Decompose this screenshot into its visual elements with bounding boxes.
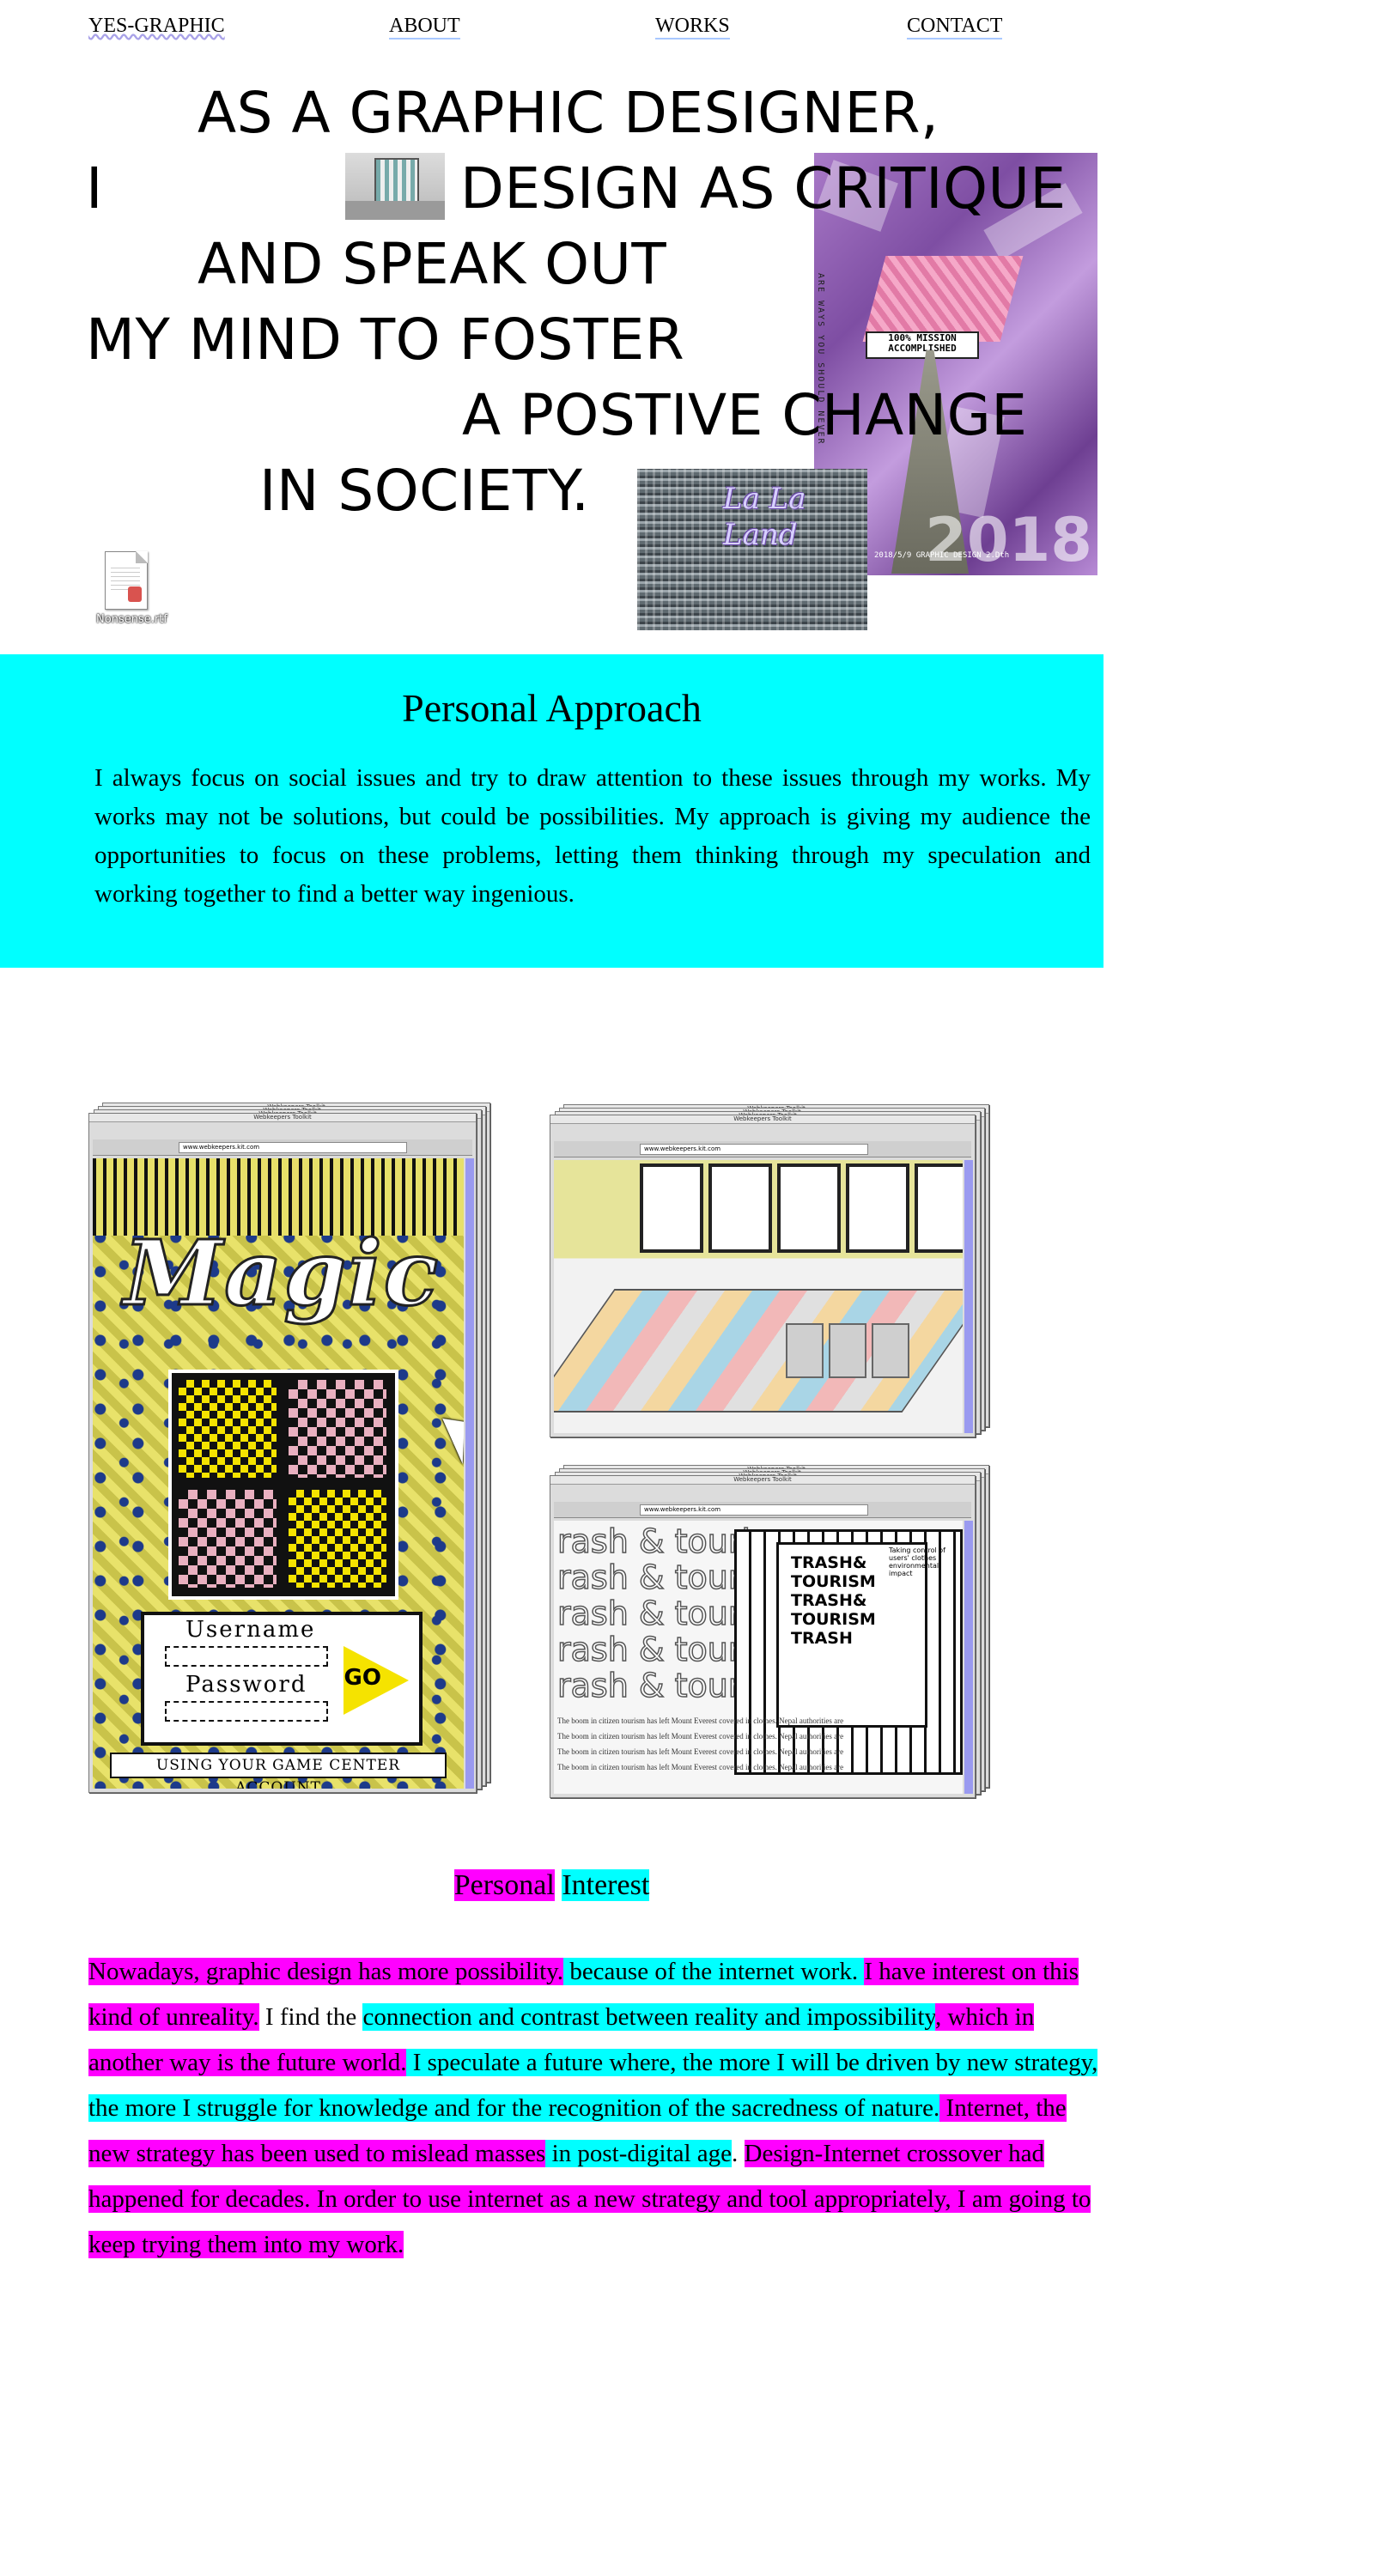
interest-title-part1: Personal <box>453 1869 555 1901</box>
gallery-thumbnail[interactable] <box>345 153 445 220</box>
trash-caption: The boom in citizen tourism has left Mou… <box>557 1732 844 1741</box>
browser-toolbar: www.webkeepers.kit.com <box>554 1502 971 1518</box>
interest-segment: I find the <box>258 2003 363 2031</box>
interest-segment: . <box>732 2140 745 2167</box>
trash-stack-title: TOURISM <box>791 1572 876 1591</box>
password-field[interactable] <box>165 1701 328 1722</box>
interest-segment: connection and contrast between reality … <box>362 2003 936 2031</box>
interest-segment: in post-digital age <box>545 2140 732 2167</box>
trash-stack-title: TOURISM <box>791 1610 876 1629</box>
magic-browser-window: Webkeepers Toolkit www.webkeepers.kit.co… <box>88 1113 477 1793</box>
thumbnail-floor-shape <box>345 201 445 220</box>
traffic-image: La La Land <box>637 469 867 630</box>
game-center-bar: USING YOUR GAME CENTER ACCOUNT <box>110 1753 447 1789</box>
trash-stack-title: TRASH <box>791 1629 853 1648</box>
browser-toolbar: www.webkeepers.kit.com <box>93 1139 472 1156</box>
train-browser-window: Webkeepers Toolkit www.webkeepers.kit.co… <box>550 1115 976 1437</box>
interest-body: Nowadays, graphic design has more possib… <box>88 1949 1102 2268</box>
browser-url: www.webkeepers.kit.com <box>179 1142 407 1153</box>
qr-code-grid <box>168 1370 398 1600</box>
login-panel: Username Password GO <box>141 1612 423 1746</box>
file-icon-nonsense[interactable]: Nonsense.rtf <box>96 551 167 626</box>
trash-caption: The boom in citizen tourism has left Mou… <box>557 1716 844 1725</box>
username-field[interactable] <box>165 1646 328 1667</box>
scrollbar[interactable] <box>465 1158 474 1789</box>
magic-title: Magic <box>122 1219 441 1327</box>
trash-browser-window: Webkeepers Toolkit www.webkeepers.kit.co… <box>550 1475 976 1798</box>
magic-content: Magic Username Password GO USING YOUR GA… <box>93 1158 464 1789</box>
browser-title: Webkeepers Toolkit <box>550 1476 975 1485</box>
trash-caption: The boom in citizen tourism has left Mou… <box>557 1763 844 1771</box>
approach-body: I always focus on social issues and try … <box>94 764 1091 908</box>
trash-side-text: Taking control of users' clothes environ… <box>889 1546 945 1577</box>
hero-line-6: IN SOCIETY. <box>259 458 590 524</box>
interest-title: Personal Interest <box>0 1868 1103 1903</box>
browser-url: www.webkeepers.kit.com <box>640 1144 868 1155</box>
interest-segment: because of the internet work. <box>563 1958 865 1985</box>
password-label: Password <box>185 1672 307 1698</box>
hero-line-1: AS A GRAPHIC DESIGNER, <box>198 80 939 146</box>
interest-title-part2: Interest <box>562 1869 650 1901</box>
document-icon <box>105 551 148 610</box>
browser-toolbar: www.webkeepers.kit.com <box>554 1141 971 1157</box>
poster-city-shape <box>862 256 1024 342</box>
file-icon-label: Nonsense.rtf <box>96 613 167 626</box>
go-button-label: GO <box>344 1665 381 1691</box>
train-content <box>554 1160 963 1433</box>
nav-brand-link[interactable]: YES-GRAPHIC <box>88 14 225 38</box>
approach-title: Personal Approach <box>402 686 702 730</box>
hero-line-5: A POSTIVE CHANGE <box>462 382 1028 448</box>
thumbnail-cube-shape <box>374 158 419 206</box>
trash-caption: The boom in citizen tourism has left Mou… <box>557 1747 844 1756</box>
traffic-image-text: La La Land <box>723 482 806 552</box>
nav-works-link[interactable]: WORKS <box>655 14 730 39</box>
interest-segment: Nowadays, graphic design has more possib… <box>88 1958 564 1985</box>
nav-about-link[interactable]: ABOUT <box>389 14 460 39</box>
scrollbar[interactable] <box>964 1160 973 1433</box>
poster-mission-label: 100% MISSION ACCOMPLISHED <box>866 331 979 359</box>
approach-section: Personal Approach I always focus on soci… <box>0 654 1103 968</box>
trash-content: rash & touris rash & touris rash & touri… <box>554 1521 963 1794</box>
hero-line-2b: DESIGN AS CRITIQUE <box>460 155 1067 222</box>
trash-stack-title: TRASH& <box>791 1553 867 1572</box>
browser-url: www.webkeepers.kit.com <box>640 1504 868 1516</box>
trash-stack-title: TRASH& <box>791 1591 867 1610</box>
hero-line-4: MY MIND TO FOSTER <box>86 307 685 373</box>
hero-line-3: AND SPEAK OUT <box>198 231 667 297</box>
poster-footer-text: 2018/5/9 GRAPHIC DESIGN 2.Dth <box>874 551 1010 560</box>
browser-title: Webkeepers Toolkit <box>89 1114 476 1122</box>
nav-contact-link[interactable]: CONTACT <box>907 14 1003 39</box>
scrollbar[interactable] <box>964 1521 973 1794</box>
browser-title: Webkeepers Toolkit <box>550 1115 975 1124</box>
hero-line-2a: I <box>86 155 103 222</box>
username-label: Username <box>185 1617 316 1643</box>
poster-year: 2018 <box>925 505 1092 575</box>
